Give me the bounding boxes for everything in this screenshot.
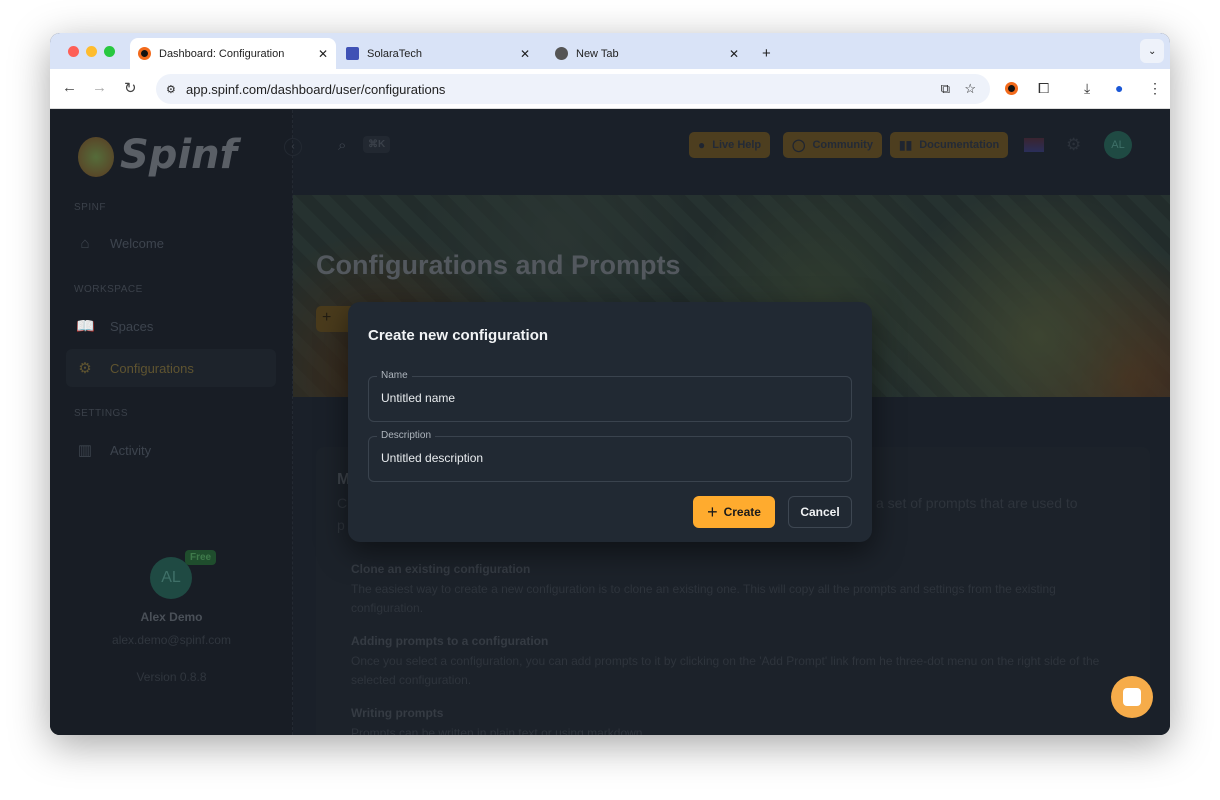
chat-icon [1123,688,1141,706]
button-label: Live Help [712,139,762,151]
section-body: Prompts can be written in plain text or … [351,726,646,735]
logo-text: Spinf [120,132,238,178]
user-name: Alex Demo [140,610,203,624]
bar-chart-icon: ▥ [77,442,93,459]
section-body: The easiest way to create a new configur… [351,582,1056,615]
button-label: Create [723,505,761,519]
description-input[interactable] [381,451,841,465]
window-controls [68,46,115,57]
book-icon: 📖 [76,318,95,335]
sidebar-item-label: Welcome [110,235,164,251]
solaratech-favicon [346,47,359,60]
name-field[interactable]: Name [368,370,852,422]
chrome-favicon [555,47,568,60]
section-heading: Writing prompts [351,706,444,720]
home-icon: ⌂ [80,234,90,252]
reload-icon[interactable]: ↻ [124,79,137,97]
maximize-window-button[interactable] [104,46,115,57]
spinf-favicon [138,47,151,60]
site-settings-icon[interactable]: ⚙ [166,83,176,96]
create-configuration-dialog: Create new configuration Name Descriptio… [348,302,872,542]
browser-window: Dashboard: Configuration ✕ SolaraTech ✕ Ne… [50,33,1170,735]
intro-text: a set of prompts that are used to [876,495,1078,511]
section-body: Once you select a configuration, you can… [351,654,1100,687]
url-field[interactable]: ⚙ app.spinf.com/dashboard/user/configurat… [156,74,990,104]
profile-icon[interactable]: ● [1115,80,1123,96]
section-label: SETTINGS [74,408,129,419]
documentation-button[interactable]: ▮▮ Documentation [890,132,1009,158]
sidebar-item-configurations[interactable]: ⚙ Configurations [66,349,276,387]
section-label: WORKSPACE [74,284,143,295]
app-version: Version 0.8.8 [136,670,207,684]
sidebar-item-activity[interactable]: ▥ Activity [66,431,276,469]
cancel-button[interactable]: Cancel [788,496,852,528]
chat-widget-button[interactable] [1111,676,1153,718]
chameleon-logo-icon [78,137,114,177]
tab-title: Dashboard: Configuration [159,47,285,60]
uk-flag-icon[interactable] [1024,138,1044,152]
spinf-extension-icon[interactable] [1005,82,1018,95]
tab-new-tab[interactable]: New Tab ✕ [547,38,747,69]
close-tab-icon[interactable]: ✕ [318,47,328,61]
section-heading: Clone an existing configuration [351,562,531,576]
close-window-button[interactable] [68,46,79,57]
section-heading: Adding prompts to a configuration [351,634,549,648]
plus-icon: + [707,501,718,522]
minimize-window-button[interactable] [86,46,97,57]
menu-icon[interactable]: ⋮ [1148,80,1162,97]
cast-icon[interactable]: ⧉ [941,81,950,97]
button-label: Community [812,139,873,151]
tab-solaratech[interactable]: SolaraTech ✕ [338,38,538,69]
collapse-sidebar-button[interactable]: ‹ [284,138,302,156]
dialog-title: Create new configuration [368,327,549,344]
search-shortcut[interactable]: ⌘K [363,136,391,153]
tab-bar: Dashboard: Configuration ✕ SolaraTech ✕ Ne… [50,33,1170,69]
sidebar-item-label: Spaces [110,318,154,334]
intro-text: C [337,495,348,511]
gear-icon: ⚙ [78,360,92,377]
book-icon: ▮▮ [899,138,913,152]
sidebar-item-label: Configurations [110,360,194,376]
close-tab-icon[interactable]: ✕ [729,47,739,61]
extensions-icon[interactable]: ⧠ [1038,80,1049,97]
sidebar-item-spaces[interactable]: 📖 Spaces [66,307,276,345]
description-label: Description [377,430,436,441]
tab-dashboard[interactable]: Dashboard: Configuration ✕ [130,38,336,69]
forward-icon[interactable]: → [92,79,107,96]
bookmark-star-icon[interactable]: ☆ [964,81,976,97]
header-avatar[interactable]: AL [1104,131,1132,159]
intro-text: p [337,517,345,533]
plan-badge: Free [185,550,217,565]
community-button[interactable]: ◯ Community [783,132,882,158]
button-label: Documentation [919,139,1000,151]
section-label: SPINF [74,202,106,213]
settings-gear-icon[interactable]: ⚙ [1066,135,1081,155]
back-icon[interactable]: ← [62,79,77,96]
url-text: app.spinf.com/dashboard/user/configurati… [186,81,446,97]
live-help-button[interactable]: ● Live Help [689,132,771,158]
speech-bubble-icon: ◯ [792,138,806,152]
create-button[interactable]: + Create [693,496,775,528]
app: Spinf SPINF ⌂ Welcome WORKSPACE 📖 Spaces ⚙… [50,110,1170,735]
user-email: alex.demo@spinf.com [112,633,231,647]
tab-search-chevron-icon[interactable]: ⌄ [1140,39,1165,63]
close-tab-icon[interactable]: ✕ [520,47,530,61]
chat-icon: ● [698,138,706,152]
download-icon[interactable]: ⤓ [1084,80,1090,97]
sidebar-item-label: Activity [110,442,152,458]
logo: Spinf [78,132,237,178]
new-tab-button[interactable]: + [754,38,779,69]
name-label: Name [377,370,412,381]
address-bar: ← → ↻ ⚙ app.spinf.com/dashboard/user/conf… [50,69,1170,109]
page-title: Configurations and Prompts [316,250,681,280]
search-icon[interactable]: ⌕ [338,137,346,154]
sidebar: Spinf SPINF ⌂ Welcome WORKSPACE 📖 Spaces ⚙… [50,110,293,735]
description-field[interactable]: Description [368,430,852,482]
tab-title: SolaraTech [367,47,423,60]
tab-title: New Tab [576,47,619,60]
sidebar-item-welcome[interactable]: ⌂ Welcome [66,224,276,262]
name-input[interactable] [381,391,841,405]
